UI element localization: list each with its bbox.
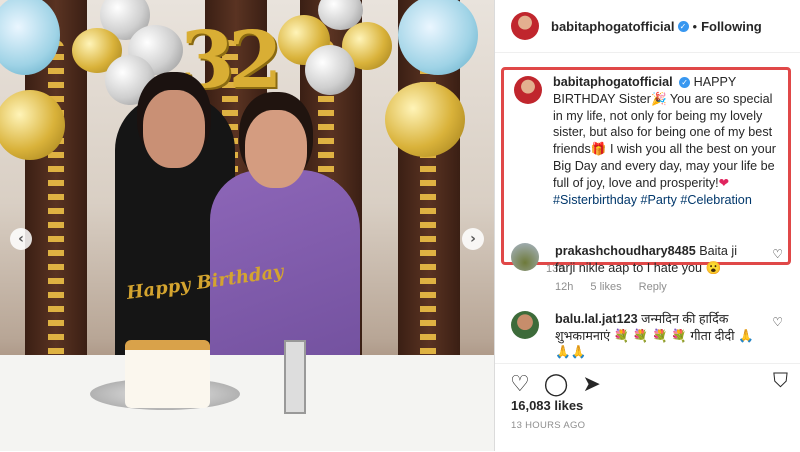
comment-text: prakashchoudhary8485 Baita ji farji nikl… — [555, 243, 755, 276]
hashtag-link[interactable]: #Sisterbirthday — [553, 193, 637, 207]
next-arrow-icon[interactable]: › — [462, 228, 484, 250]
instagram-post: 32 Happy Birthday ‹ › babitaphogatoffici… — [0, 0, 800, 451]
comment-meta: 12h 5 likes Reply — [555, 281, 681, 293]
hashtag-link[interactable]: #Party — [641, 193, 677, 207]
username-link[interactable]: babitaphogatofficial — [551, 19, 675, 34]
caption-avatar[interactable] — [514, 76, 542, 104]
person-head — [245, 110, 307, 188]
commenter-username[interactable]: balu.lal.jat123 — [555, 312, 638, 326]
caption-text: babitaphogatofficial ✓ HAPPY BIRTHDAY Si… — [553, 74, 779, 208]
silver-balloon — [105, 55, 155, 105]
verified-icon: ✓ — [679, 77, 691, 88]
heart-emoji: ❤ — [718, 175, 730, 190]
fairy-lights — [48, 40, 64, 370]
verified-icon: ✓ — [677, 20, 689, 32]
birthday-balloon — [398, 0, 478, 75]
following-button[interactable]: Following — [701, 19, 762, 34]
post-sidebar: babitaphogatofficial ✓ • Following babit… — [494, 0, 800, 451]
comment-item: balu.lal.jat123 जन्मदिन की हार्दिक शुभका… — [511, 311, 791, 363]
comment-time: 12h — [555, 281, 574, 293]
comments-section[interactable]: babitaphogatofficial ✓ HAPPY BIRTHDAY Si… — [495, 53, 800, 363]
table — [0, 355, 494, 451]
post-header: babitaphogatofficial ✓ • Following — [495, 0, 800, 53]
prev-arrow-icon[interactable]: ‹ — [10, 228, 32, 250]
bookmark-icon[interactable]: ⛉ — [773, 370, 788, 393]
commenter-username[interactable]: prakashchoudhary8485 — [555, 244, 696, 258]
action-bar: ♡ ◯ ➤ ⛉ 16,083 likes 13 HOURS AGO — [495, 363, 800, 452]
caption-highlight: babitaphogatofficial ✓ HAPPY BIRTHDAY Si… — [501, 67, 791, 265]
hashtag-link[interactable]: #Celebration — [680, 193, 751, 207]
comment-item: prakashchoudhary8485 Baita ji farji nikl… — [511, 243, 791, 303]
like-comment-icon[interactable]: ♡ — [772, 315, 783, 329]
commenter-avatar[interactable] — [511, 243, 539, 271]
photo-frame — [284, 340, 306, 414]
person-head — [143, 90, 205, 168]
caption-username[interactable]: babitaphogatofficial — [553, 75, 673, 89]
comment-icon[interactable]: ◯ — [544, 371, 569, 397]
commenter-avatar[interactable] — [511, 311, 539, 339]
gold-balloon — [385, 82, 465, 157]
post-photo[interactable]: 32 Happy Birthday ‹ › — [0, 0, 494, 451]
avatar[interactable] — [511, 12, 539, 40]
post-age: 13 HOURS AGO — [511, 420, 586, 431]
silver-balloon — [305, 45, 355, 95]
comment-text: balu.lal.jat123 जन्मदिन की हार्दिक शुभका… — [555, 311, 755, 361]
reply-button[interactable]: Reply — [639, 281, 667, 293]
separator-dot: • — [692, 18, 698, 34]
share-icon[interactable]: ➤ — [582, 371, 600, 397]
caption-body: HAPPY BIRTHDAY Sister🎉 You are so specia… — [553, 75, 776, 190]
number-balloons: 32 — [180, 15, 283, 106]
like-comment-icon[interactable]: ♡ — [772, 247, 783, 261]
action-icons: ♡ ◯ ➤ — [510, 371, 601, 397]
like-icon[interactable]: ♡ — [510, 371, 530, 397]
comment-likes[interactable]: 5 likes — [590, 281, 621, 293]
birthday-cake — [125, 340, 210, 408]
likes-count[interactable]: 16,083 likes — [511, 398, 583, 413]
